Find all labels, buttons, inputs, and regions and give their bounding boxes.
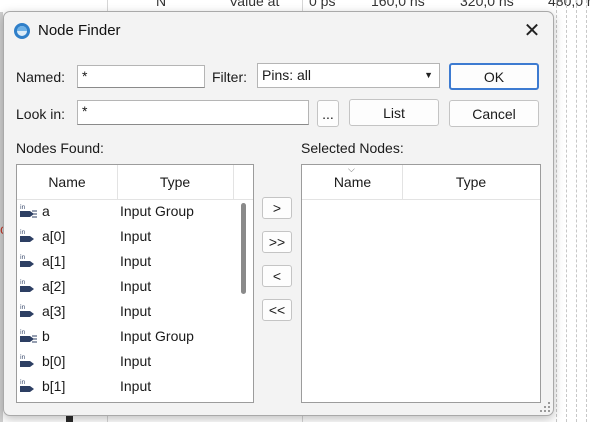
remove-all-button[interactable]: << [262,299,292,321]
dropdown-arrow-icon: ▼ [424,70,433,80]
list-item[interactable]: in a[2] Input [17,274,247,299]
list-item[interactable]: in b[1] Input [17,374,247,399]
list-item[interactable]: in b[0] Input [17,349,247,374]
lookin-input[interactable]: * [77,100,309,125]
node-name: a[2] [42,278,66,294]
list-button[interactable]: List [349,99,439,126]
add-all-button[interactable]: >> [262,231,292,253]
bg-header-label: 480,0 n [548,0,591,9]
vertical-scrollbar[interactable] [241,203,246,294]
node-type: Input [120,303,152,319]
nodes-found-label: Nodes Found: [16,140,104,156]
cancel-button[interactable]: Cancel [449,100,539,127]
node-finder-icon [14,23,30,39]
resize-grip-icon[interactable] [540,402,550,412]
node-name: a[3] [42,303,66,319]
node-name: a[1] [42,253,66,269]
node-type: Input [120,278,152,294]
node-finder-dialog: Node Finder ✕ Named: * Filter: Pins: all… [3,11,554,416]
bg-header-label: Value at [229,0,280,9]
named-input[interactable]: * [77,65,205,88]
node-name: b[1] [42,378,66,394]
bg-header-label: 0 ps [309,0,336,9]
node-type: Input [120,353,152,369]
bg-dashed-gridline [586,0,587,422]
column-header-name[interactable]: Name [17,165,117,199]
list-item[interactable]: in a[3] Input [17,299,247,324]
svg-text:in: in [20,204,26,211]
add-selected-button[interactable]: > [262,197,292,219]
input-group-icon: in [20,204,37,218]
column-header-type[interactable]: Type [118,165,232,199]
bg-header-label: N [156,0,167,9]
input-pin-icon: in [20,354,34,367]
node-type: Input [120,378,152,394]
selected-nodes-list[interactable]: ⌵ Name Type [301,164,541,403]
bg-dashed-gridline [556,0,557,422]
svg-text:in: in [20,279,26,286]
remove-selected-button[interactable]: < [262,265,292,287]
input-pin-icon: in [20,229,34,242]
input-pin-icon: in [20,379,34,392]
list-item[interactable]: in a[0] Input [17,224,247,249]
input-pin-icon: in [20,279,34,292]
nodes-found-header: Name Type [17,165,253,200]
node-type: Input Group [120,328,194,344]
input-pin-icon: in [20,304,34,317]
list-item[interactable]: in a[1] Input [17,249,247,274]
bg-dashed-gridline [576,0,577,422]
node-type: Input [120,228,152,244]
svg-text:in: in [20,354,26,361]
filter-select-value: Pins: all [262,67,312,83]
nodes-found-list[interactable]: Name Type in a Input Group in a[0] Input in a[1… [16,164,254,403]
node-type: Input [120,253,152,269]
close-button[interactable]: ✕ [512,15,552,45]
bg-header-label: 160,0 ns [371,0,425,9]
ok-button[interactable]: OK [449,63,539,90]
close-icon: ✕ [523,19,541,42]
svg-text:in: in [20,229,26,236]
filter-label: Filter: [212,69,247,85]
svg-text:in: in [20,304,26,311]
dialog-title: Node Finder [38,22,121,39]
svg-text:in: in [20,254,26,261]
svg-text:in: in [20,379,26,386]
list-item[interactable]: in a Input Group [17,199,247,224]
column-divider [233,165,234,199]
bg-header-label: 320,0 ns [460,0,514,9]
bg-dashed-gridline [566,0,567,422]
input-group-icon: in [20,329,37,343]
node-name: b[0] [42,353,66,369]
node-name: a [42,203,50,219]
browse-button[interactable]: ... [317,100,339,127]
node-name: a[0] [42,228,66,244]
node-type: Input Group [120,203,194,219]
svg-text:in: in [20,329,26,336]
named-label: Named: [16,69,66,85]
column-header-type[interactable]: Type [403,165,539,199]
list-item[interactable]: in b Input Group [17,324,247,349]
lookin-label: Look in: [16,106,66,122]
selected-nodes-label: Selected Nodes: [301,140,404,156]
column-header-name[interactable]: Name [302,165,403,199]
node-name: b [42,328,50,344]
selected-nodes-header: ⌵ Name Type [302,165,540,200]
filter-select[interactable]: Pins: all ▼ [257,63,440,88]
input-pin-icon: in [20,254,34,267]
